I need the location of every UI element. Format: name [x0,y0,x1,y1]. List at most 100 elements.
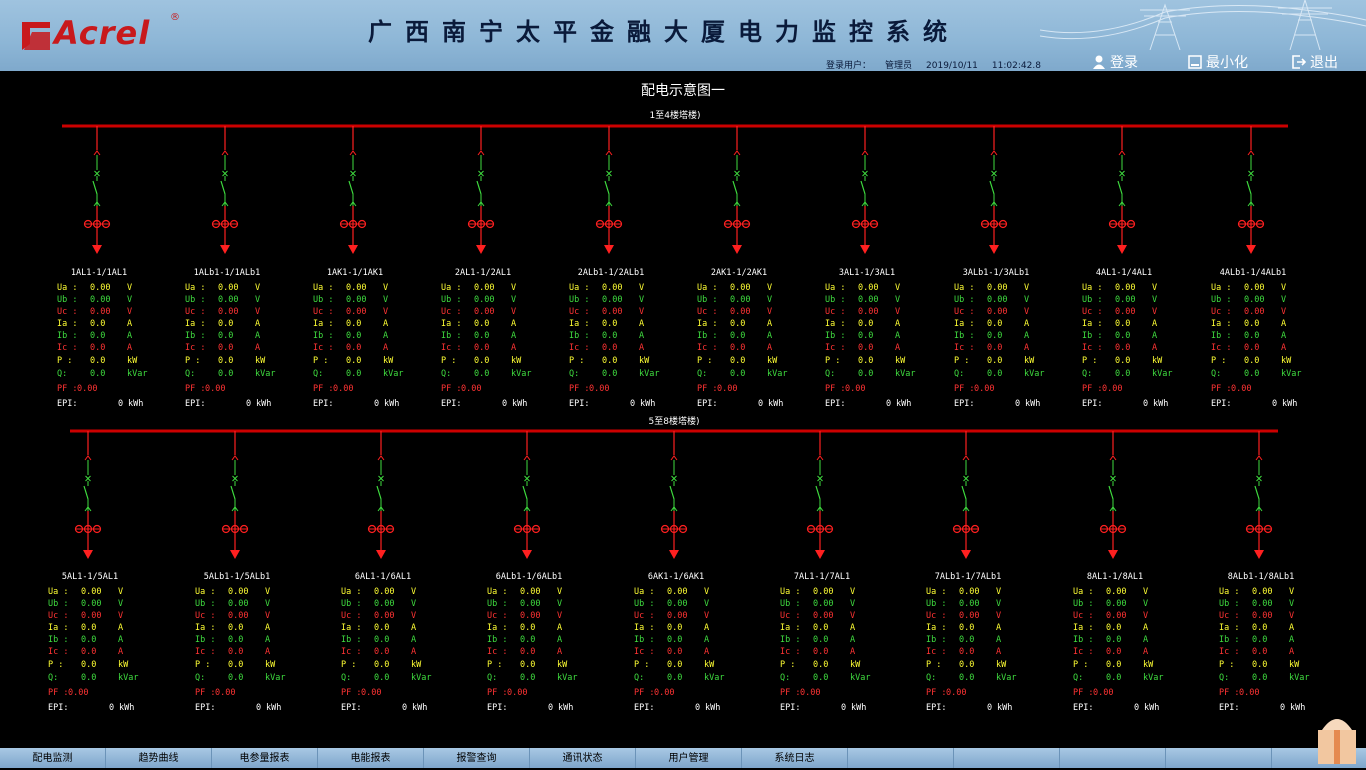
measure-label: Q: [1082,369,1093,379]
nav-tab-empty[interactable] [848,748,954,768]
feeder-symbol[interactable] [367,431,395,559]
measure-unit: V [639,295,645,305]
measure-label: Ia : [954,319,975,329]
feeder-symbol[interactable] [74,431,102,559]
measure-label: Ia : [780,623,801,633]
feeder-symbol[interactable] [952,431,980,559]
measure-label: Ic : [825,343,846,353]
nav-tab[interactable]: 系统日志 [742,748,848,768]
measure-label: Ub : [926,599,947,609]
measure-unit: kWh [705,703,721,713]
nav-tab[interactable]: 电参量报表 [212,748,318,768]
nav-tab[interactable]: 趋势曲线 [106,748,212,768]
feeder-symbol[interactable] [221,431,249,559]
measure-value: 0.0 [1244,319,1260,329]
feeder-symbol[interactable] [980,126,1008,254]
measure-unit: kWh [851,703,867,713]
measure-value: 0.00 [374,599,395,609]
panel-name: 4AL1-1/4AL1 [1095,268,1153,278]
measure-label: Uc : [1211,307,1232,317]
measure-unit: A [1289,647,1295,657]
measure-value: 0.0 [1106,660,1122,670]
measure-unit: kVar [265,673,286,683]
measure-unit: V [1289,611,1295,621]
measure-value: 0.0 [813,623,829,633]
measure-label: Q: [48,673,59,683]
measure-value: 0.0 [90,356,106,366]
measure-value: 0 [374,399,380,409]
feeder-symbol[interactable] [339,126,367,254]
measure-unit: kWh [412,703,428,713]
nav-tab[interactable]: 通讯状态 [530,748,636,768]
feeder-symbol[interactable] [595,126,623,254]
measure-label: PF : [341,688,362,698]
measure-unit: kVar [639,369,660,379]
feeder-symbol[interactable] [1099,431,1127,559]
panel-name: 6ALb1-1/6ALb1 [495,572,563,582]
measure-value: 0.00 [858,295,879,305]
measure-value: 0.00 [374,587,395,597]
feeder-symbol[interactable] [806,431,834,559]
nav-tab[interactable]: 电能报表 [318,748,424,768]
feeder-symbol[interactable] [83,126,111,254]
measure-unit: kWh [119,703,135,713]
measure-unit: A [639,331,645,341]
measure-label: Ic : [954,343,975,353]
nav-tab[interactable]: 配电监测 [0,748,106,768]
measure-unit: V [767,295,773,305]
measure-value: 0.0 [602,369,618,379]
measure-value: 0.00 [1115,307,1136,317]
feeder-symbol[interactable] [851,126,879,254]
measure-value: 0.00 [374,611,395,621]
measure-unit: A [704,647,710,657]
nav-tab-empty[interactable] [954,748,1060,768]
measure-value: 0.00 [90,283,111,293]
measure-value: 0.00 [1252,611,1273,621]
feeder-symbol[interactable] [467,126,495,254]
measure-value: 0.0 [1106,623,1122,633]
feeder-symbol[interactable] [1237,126,1265,254]
feeder-symbol[interactable] [1245,431,1273,559]
measure-value: 0.0 [813,660,829,670]
measure-label: Ub : [825,295,846,305]
measure-unit: A [255,343,261,353]
measure-unit: V [850,599,856,609]
measure-unit: A [1152,319,1158,329]
measure-label: Ia : [487,623,508,633]
measure-label: P : [57,356,73,366]
feeder-symbol[interactable] [513,431,541,559]
measure-value: 0.00 [81,611,102,621]
measure-unit: kVar [557,673,578,683]
nav-tab[interactable]: 报警查询 [424,748,530,768]
measure-unit: A [127,331,133,341]
feeder-symbol[interactable] [1108,126,1136,254]
measure-unit: V [118,587,124,597]
measure-value: 0.0 [520,635,536,645]
panel-name: 1AK1-1/1AK1 [326,268,384,278]
measure-value: 0.00 [813,587,834,597]
measure-value: 0 [1134,703,1140,713]
measure-label: Ua : [780,587,801,597]
panel-name: 2ALb1-1/2ALb1 [577,268,645,278]
measure-label: P : [697,356,713,366]
measure-value: 0.0 [959,635,975,645]
measure-unit: kW [704,660,715,670]
measure-value: 0.00 [602,295,623,305]
feeder-symbol[interactable] [211,126,239,254]
measure-value: 0.0 [959,647,975,657]
panel-name: 7AL1-1/7AL1 [793,572,851,582]
measure-value: 0.00 [1244,295,1265,305]
nav-tab[interactable]: 用户管理 [636,748,742,768]
measure-unit: V [127,283,133,293]
feeder-symbol[interactable] [660,431,688,559]
measure-label: Uc : [1219,611,1240,621]
measure-value: 0.00 [218,295,239,305]
measure-unit: kVar [255,369,276,379]
measure-value: 0.00 [987,283,1008,293]
measure-unit: V [895,307,901,317]
nav-tab-empty[interactable] [1166,748,1272,768]
measure-value: 0.0 [858,356,874,366]
feeder-symbol[interactable] [723,126,751,254]
nav-tab-empty[interactable] [1060,748,1166,768]
measure-value: 0.0 [1106,673,1122,683]
